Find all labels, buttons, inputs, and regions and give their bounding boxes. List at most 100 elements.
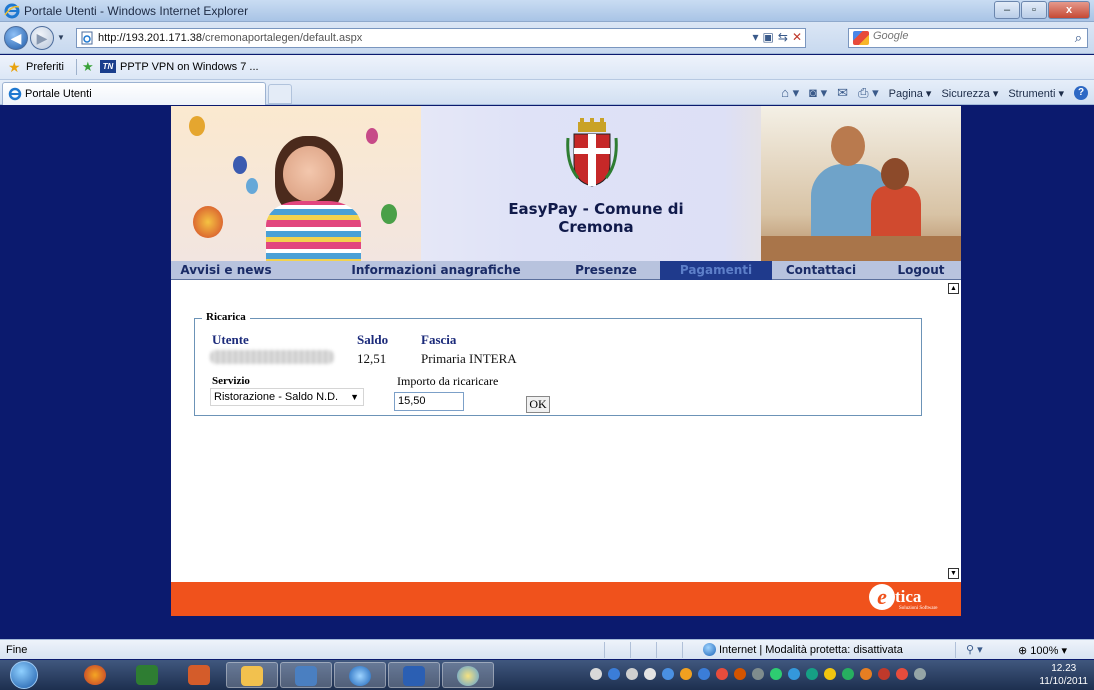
feeds-icon[interactable]: ◙ ▾ xyxy=(809,85,827,101)
excel-icon xyxy=(136,665,158,685)
taskbar-app[interactable] xyxy=(174,662,226,688)
nav-contattaci[interactable]: Contattaci xyxy=(776,261,866,280)
header-utente: Utente xyxy=(212,332,249,347)
nav-pagamenti[interactable]: Pagamenti xyxy=(660,261,772,280)
decorative-egg xyxy=(366,128,378,144)
nav-avvisi-e-news[interactable]: Avvisi e news xyxy=(171,261,281,280)
page-viewport: EasyPay - Comune di Cremona Avvisi e new… xyxy=(0,106,1094,638)
banner-boy-head xyxy=(881,158,909,190)
tray-icon[interactable] xyxy=(770,668,782,680)
tray-icon[interactable] xyxy=(788,668,800,680)
favorite-link[interactable]: PPTP VPN on Windows 7 ... xyxy=(120,61,259,73)
tray-icon[interactable] xyxy=(680,668,692,680)
internet-zone-icon xyxy=(703,643,716,656)
tray-icon[interactable] xyxy=(626,668,638,680)
tab-portale-utenti[interactable]: Portale Utenti xyxy=(2,82,266,105)
scroll-up-button[interactable]: ▲ xyxy=(948,283,959,294)
tray-icon[interactable] xyxy=(590,668,602,680)
tray-icon[interactable] xyxy=(896,668,908,680)
servizio-select[interactable]: Ristorazione - Saldo N.D. ▼ xyxy=(210,388,364,406)
taskbar-explorer[interactable] xyxy=(280,662,332,688)
taskbar-outlook[interactable] xyxy=(226,662,278,688)
add-favorite-icon[interactable]: ★ xyxy=(82,59,94,75)
taskbar-paint[interactable] xyxy=(442,662,494,688)
scroll-down-button[interactable]: ▼ xyxy=(948,568,959,579)
taskbar-firefox[interactable] xyxy=(70,662,122,688)
protected-mode-icon[interactable]: ⚲ ▾ xyxy=(966,643,983,656)
nav-informazioni-anagrafiche[interactable]: Informazioni anagrafiche xyxy=(351,261,521,280)
ok-button[interactable]: OK xyxy=(526,396,550,413)
ie-logo-icon xyxy=(4,3,20,19)
tray-icon[interactable] xyxy=(698,668,710,680)
site-title: EasyPay - Comune di Cremona xyxy=(508,200,684,236)
zoom-level[interactable]: ⊕ 100% ▾ xyxy=(1018,644,1067,657)
word-icon xyxy=(403,666,425,686)
taskbar-internet-explorer[interactable] xyxy=(334,662,386,688)
site-navigation: Avvisi e news Informazioni anagrafiche P… xyxy=(171,261,961,280)
mail-icon[interactable]: ✉ xyxy=(837,85,848,101)
nav-presenze[interactable]: Presenze xyxy=(566,261,646,280)
tray-icon[interactable] xyxy=(878,668,890,680)
dropdown-icon[interactable]: ▾ xyxy=(753,30,759,44)
print-icon[interactable]: ⎙ ▾ xyxy=(858,85,879,101)
favorites-star-icon[interactable]: ★ xyxy=(8,59,21,76)
menu-pagina[interactable]: Pagina ▾ xyxy=(889,87,932,100)
page-icon xyxy=(81,31,93,45)
favorites-button[interactable]: Preferiti xyxy=(26,61,64,73)
google-icon[interactable] xyxy=(853,31,869,45)
etica-logo-word: tica xyxy=(895,587,922,606)
city-crest-icon xyxy=(566,118,618,187)
tray-icon[interactable] xyxy=(662,668,674,680)
minimize-button[interactable]: – xyxy=(994,1,1020,19)
header-saldo: Saldo xyxy=(357,332,389,347)
stop-icon[interactable]: ✕ xyxy=(792,30,802,44)
taskbar-word[interactable] xyxy=(388,662,440,688)
ricarica-legend: Ricarica xyxy=(202,311,250,323)
close-button[interactable]: x xyxy=(1048,1,1090,19)
search-icon[interactable]: ⌕ xyxy=(1075,30,1082,46)
zoom-icon: ⊕ xyxy=(1018,645,1031,657)
importo-input[interactable]: 15,50 xyxy=(394,392,464,411)
start-button[interactable] xyxy=(10,661,38,689)
system-clock[interactable]: 12.23 11/10/2011 xyxy=(1039,662,1088,688)
status-divider xyxy=(630,642,631,658)
tray-icon[interactable] xyxy=(860,668,872,680)
tray-icon[interactable] xyxy=(914,668,926,680)
tray-icon[interactable] xyxy=(608,668,620,680)
tray-icon[interactable] xyxy=(734,668,746,680)
maximize-button[interactable]: ▫ xyxy=(1021,1,1047,19)
search-box[interactable]: ⌕ xyxy=(848,28,1088,48)
recent-pages-dropdown-icon[interactable]: ▼ xyxy=(57,33,65,42)
tray-icon[interactable] xyxy=(806,668,818,680)
decorative-egg xyxy=(246,178,258,194)
tray-icon[interactable] xyxy=(824,668,836,680)
refresh-icon[interactable]: ⇆ xyxy=(778,30,788,44)
decorative-egg xyxy=(193,206,223,238)
etica-logo: e tica Soluzioni Software xyxy=(869,584,955,614)
tray-icon[interactable] xyxy=(644,668,656,680)
address-bar[interactable]: http://193.201.171.38/cremonaportalegen/… xyxy=(76,28,806,48)
firefox-icon xyxy=(84,665,106,685)
status-divider xyxy=(656,642,657,658)
nav-logout[interactable]: Logout xyxy=(891,261,951,280)
menu-strumenti[interactable]: Strumenti ▾ xyxy=(1008,87,1064,100)
forward-button[interactable]: ▶ xyxy=(30,26,54,50)
security-zone-label[interactable]: Internet | Modalità protetta: disattivat… xyxy=(719,644,903,656)
tray-icon[interactable] xyxy=(752,668,764,680)
tray-icon[interactable] xyxy=(842,668,854,680)
taskbar-excel[interactable] xyxy=(122,662,174,688)
new-tab-button[interactable] xyxy=(268,84,292,104)
search-input[interactable] xyxy=(873,30,1053,42)
clock-date: 11/10/2011 xyxy=(1039,676,1088,687)
saldo-value: 12,51 xyxy=(357,351,387,366)
back-button[interactable]: ◀ xyxy=(4,26,28,50)
user-name-redacted xyxy=(210,350,334,364)
site-container: EasyPay - Comune di Cremona Avvisi e new… xyxy=(171,106,961,616)
menu-sicurezza[interactable]: Sicurezza ▾ xyxy=(941,87,998,100)
favorites-bar: ★ Preferiti ★ TN PPTP VPN on Windows 7 .… xyxy=(0,55,1094,80)
tray-icon[interactable] xyxy=(716,668,728,680)
compatibility-view-icon[interactable]: ▣ xyxy=(763,30,774,44)
url-text[interactable]: http://193.201.171.38/cremonaportalegen/… xyxy=(98,32,362,44)
home-icon[interactable]: ⌂ ▾ xyxy=(781,85,799,101)
help-icon[interactable]: ? xyxy=(1074,86,1088,100)
